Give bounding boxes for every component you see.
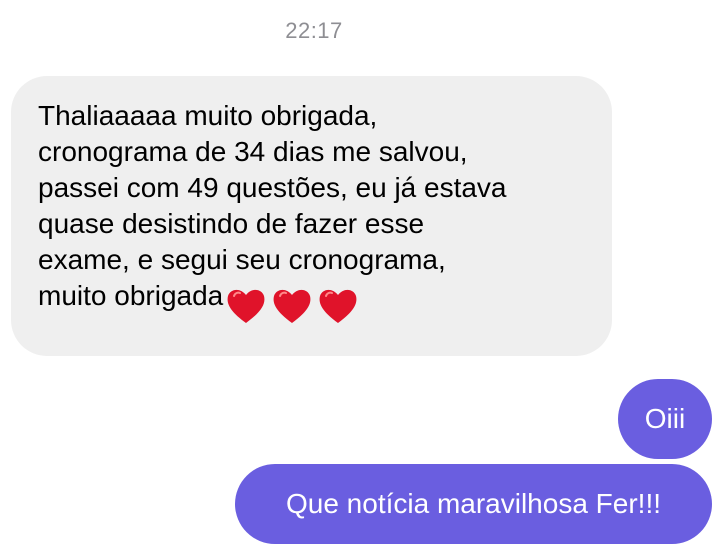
message-line-text: muito obrigada — [38, 280, 224, 311]
message-line: cronograma de 34 dias me salvou, — [38, 136, 468, 167]
incoming-message-bubble[interactable]: Thaliaaaaa muito obrigada, cronograma de… — [11, 76, 612, 356]
message-line: exame, e segui seu cronograma, — [38, 244, 446, 275]
red-heart-icon — [227, 289, 265, 323]
red-heart-icon — [319, 289, 357, 323]
message-line: quase desistindo de fazer esse — [38, 208, 425, 239]
outgoing-message-bubble[interactable]: Oiii — [618, 379, 712, 459]
outgoing-message-bubble[interactable]: Que notícia maravilhosa Fer!!! — [235, 464, 712, 544]
message-line: Thaliaaaaa muito obrigada, — [38, 100, 378, 131]
outgoing-message-text: Oiii — [644, 403, 686, 434]
outgoing-message-text: Que notícia maravilhosa Fer!!! — [285, 488, 662, 519]
red-heart-icon — [273, 289, 311, 323]
message-timestamp: 22:17 — [285, 18, 343, 43]
message-line: passei com 49 questões, eu já estava — [38, 172, 507, 203]
heart-emoji-group — [225, 286, 363, 326]
message-line-last: muito obrigada — [38, 278, 586, 323]
